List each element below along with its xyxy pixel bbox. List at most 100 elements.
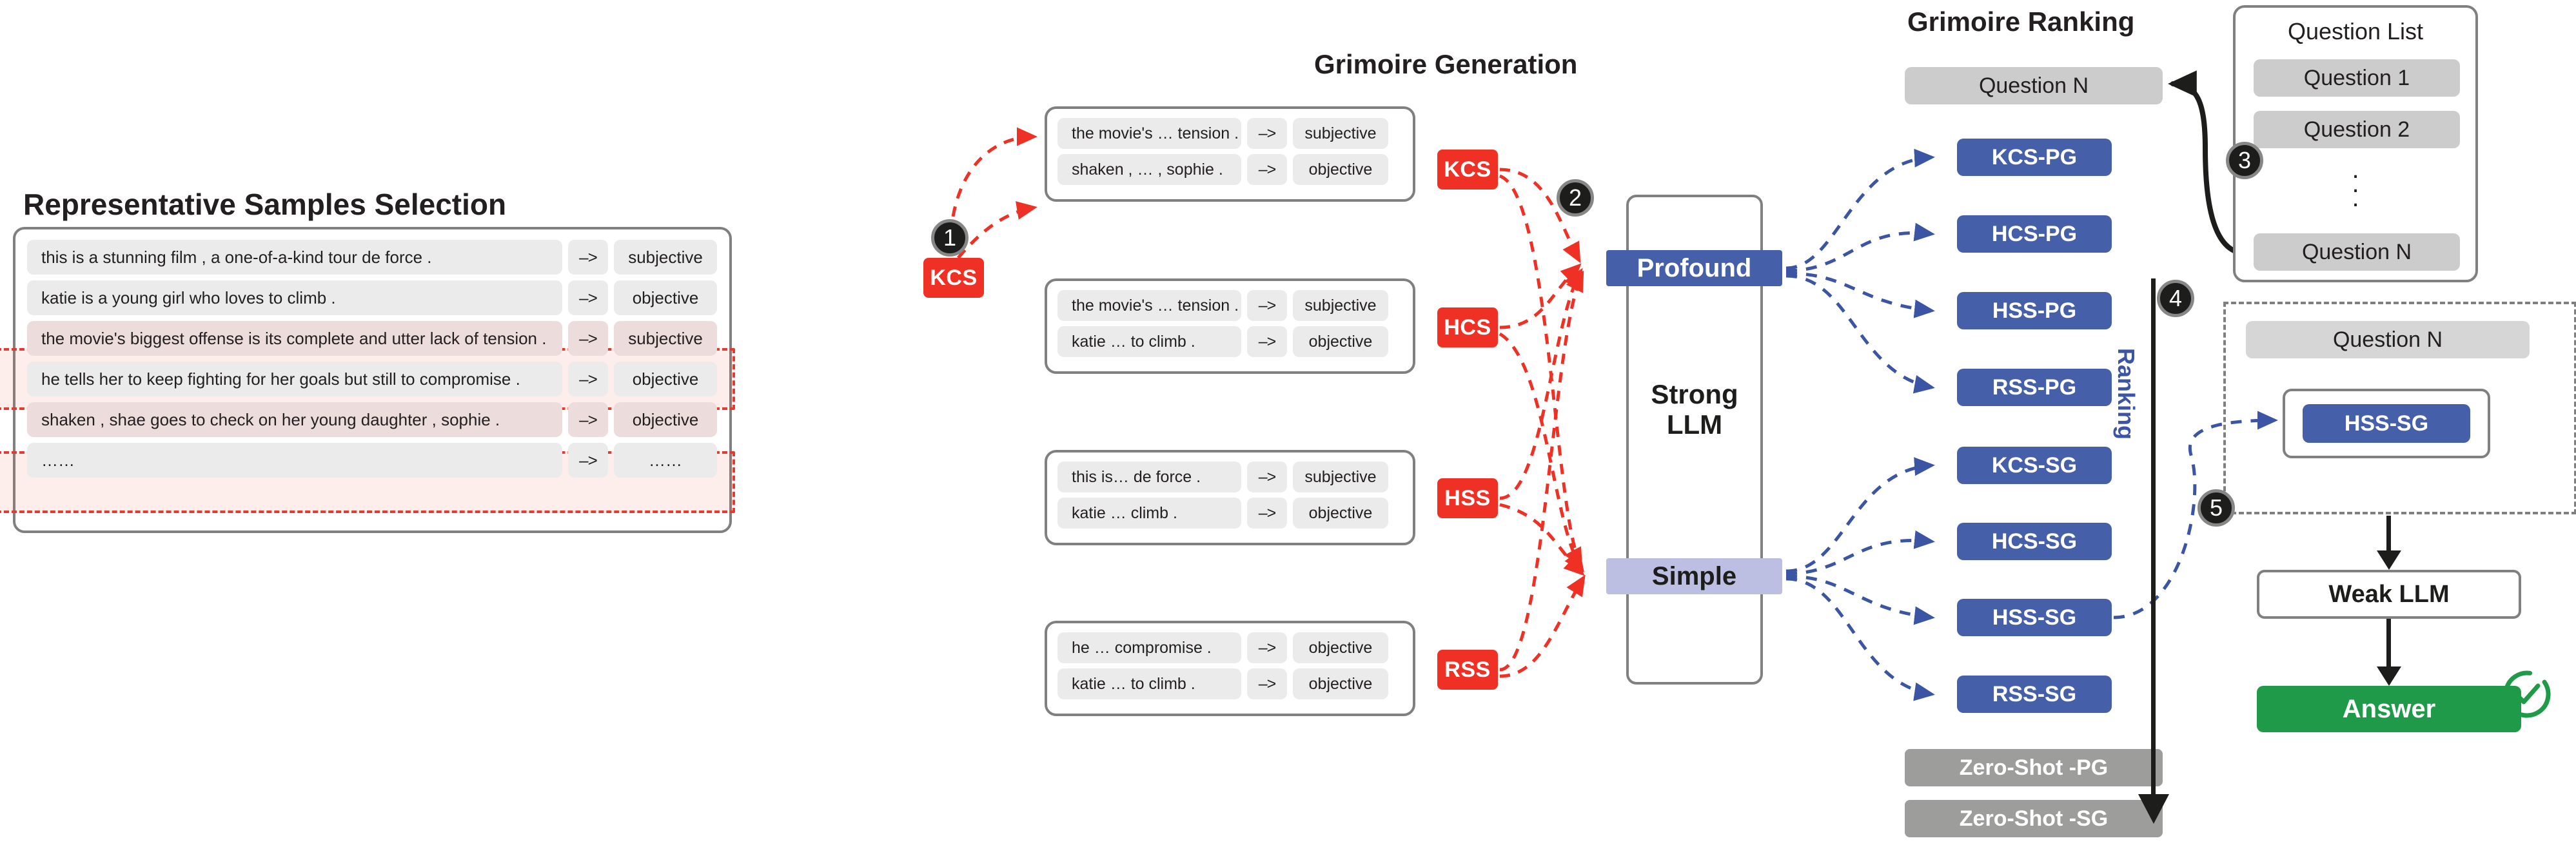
sample-label: subjective bbox=[1293, 462, 1388, 492]
sample-label: objective bbox=[614, 280, 717, 315]
table-row: katie … climb . –> objective bbox=[1057, 498, 1402, 529]
sample-sentence: katie is a young girl who loves to climb… bbox=[27, 280, 562, 315]
ranking-item-rss-pg[interactable]: RSS-PG bbox=[1957, 369, 2112, 406]
table-row: the movie's … tension . –> subjective bbox=[1057, 290, 1402, 321]
simple-mode-box[interactable]: Simple bbox=[1606, 558, 1782, 594]
question-list-panel: Question List Question 1 Question 2 ... … bbox=[2233, 5, 2478, 282]
arrow-glyph: –> bbox=[1247, 118, 1287, 149]
ranking-item-hcs-sg[interactable]: HCS-SG bbox=[1957, 523, 2112, 560]
grimoire-sample-box-hcs: the movie's … tension . –> subjective ka… bbox=[1045, 278, 1415, 374]
sample-sentence: shaken , shae goes to check on her young… bbox=[27, 402, 562, 437]
page-title-generation: Grimoire Generation bbox=[1314, 49, 1578, 79]
ranking-item-kcs-sg[interactable]: KCS-SG bbox=[1957, 447, 2112, 484]
arrow-glyph: –> bbox=[1247, 462, 1287, 492]
inference-question-chip: Question N bbox=[2246, 321, 2530, 358]
arrow-glyph: –> bbox=[568, 402, 608, 437]
selected-grimoire-wrapper: HSS-SG bbox=[2283, 389, 2490, 458]
arrow-to-answer-line bbox=[2386, 619, 2391, 668]
sample-sentence: he tells her to keep fighting for her go… bbox=[27, 362, 562, 396]
arrow-glyph: –> bbox=[1247, 326, 1287, 357]
arrow-glyph: –> bbox=[1247, 668, 1287, 699]
question-list-item-2[interactable]: Question 2 bbox=[2254, 111, 2460, 148]
ranking-item-kcs-pg[interactable]: KCS-PG bbox=[1957, 139, 2112, 176]
sample-label: subjective bbox=[1293, 290, 1388, 321]
step-marker-4: 4 bbox=[2157, 280, 2194, 317]
ranking-item-hss-pg[interactable]: HSS-PG bbox=[1957, 292, 2112, 329]
ranking-item-hcs-pg[interactable]: HCS-PG bbox=[1957, 215, 2112, 253]
strong-llm-label-line1: Strong bbox=[1651, 379, 1738, 409]
badge-kcs-selection: KCS bbox=[923, 258, 984, 298]
table-row: he tells her to keep fighting for her go… bbox=[27, 362, 718, 396]
arrow-glyph: –> bbox=[568, 362, 608, 396]
table-row: katie is a young girl who loves to climb… bbox=[27, 280, 718, 315]
sample-label: objective bbox=[614, 402, 717, 437]
strong-llm-label-line2: LLM bbox=[1666, 409, 1723, 440]
sample-label: subjective bbox=[614, 321, 717, 356]
sample-sentence: katie … to climb . bbox=[1057, 668, 1241, 699]
sample-label: objective bbox=[1293, 632, 1388, 663]
ranking-item-rss-sg[interactable]: RSS-SG bbox=[1957, 676, 2112, 713]
arrow-glyph: –> bbox=[568, 240, 608, 275]
sample-sentence: shaken , … , sophie . bbox=[1057, 154, 1241, 185]
ranking-axis-line bbox=[2151, 278, 2156, 801]
badge-hss: HSS bbox=[1437, 478, 1498, 518]
question-list-item-1[interactable]: Question 1 bbox=[2254, 59, 2460, 97]
sample-sentence: the movie's … tension . bbox=[1057, 290, 1241, 321]
sample-sentence: …… bbox=[27, 443, 562, 478]
arrow-to-weak-llm-head bbox=[2377, 550, 2401, 570]
sample-label: subjective bbox=[1293, 118, 1388, 149]
sample-label: objective bbox=[1293, 154, 1388, 185]
table-row-highlighted: shaken , shae goes to check on her young… bbox=[27, 402, 718, 437]
arrow-glyph: –> bbox=[1247, 154, 1287, 185]
step-marker-1: 1 bbox=[931, 219, 968, 257]
page-title-ranking: Grimoire Ranking bbox=[1907, 6, 2135, 37]
selected-grimoire-box[interactable]: HSS-SG bbox=[2303, 404, 2470, 443]
step-marker-5: 5 bbox=[2197, 489, 2235, 527]
sample-label: objective bbox=[1293, 326, 1388, 357]
sample-label: objective bbox=[1293, 498, 1388, 529]
table-row: …… –> …… bbox=[27, 443, 718, 478]
table-row: katie … to climb . –> objective bbox=[1057, 668, 1402, 699]
grimoire-sample-box-rss: he … compromise . –> objective katie … t… bbox=[1045, 621, 1415, 716]
sample-sentence: the movie's … tension . bbox=[1057, 118, 1241, 149]
sample-sentence: katie … to climb . bbox=[1057, 326, 1241, 357]
weak-llm-box: Weak LLM bbox=[2257, 570, 2521, 619]
sample-label: …… bbox=[614, 443, 717, 478]
profound-mode-box[interactable]: Profound bbox=[1606, 250, 1782, 286]
arrow-glyph: –> bbox=[568, 280, 608, 315]
ranking-axis-label: Ranking bbox=[2113, 348, 2139, 440]
ranking-item-zero-shot-sg[interactable]: Zero-Shot -SG bbox=[1905, 800, 2163, 837]
ranking-item-hss-sg[interactable]: HSS-SG bbox=[1957, 599, 2112, 636]
ranking-item-zero-shot-pg[interactable]: Zero-Shot -PG bbox=[1905, 749, 2163, 786]
ranking-axis-arrowhead bbox=[2138, 794, 2169, 824]
question-list-item-n[interactable]: Question N bbox=[2254, 233, 2460, 271]
question-list-title: Question List bbox=[2287, 18, 2424, 44]
arrow-glyph: –> bbox=[1247, 290, 1287, 321]
page-title-samples: Representative Samples Selection bbox=[23, 188, 507, 221]
badge-hcs: HCS bbox=[1437, 307, 1498, 347]
grimoire-sample-box-hss: this is… de force . –> subjective katie … bbox=[1045, 450, 1415, 545]
badge-rss: RSS bbox=[1437, 650, 1498, 690]
table-row-highlighted: the movie's biggest offense is its compl… bbox=[27, 321, 718, 356]
sample-sentence: this is a stunning film , a one-of-a-kin… bbox=[27, 240, 562, 275]
sample-sentence: the movie's biggest offense is its compl… bbox=[27, 321, 562, 356]
answer-box: Answer bbox=[2257, 686, 2521, 732]
sample-label: subjective bbox=[614, 240, 717, 275]
sample-label: objective bbox=[614, 362, 717, 396]
table-row: shaken , … , sophie . –> objective bbox=[1057, 154, 1402, 185]
grimoire-sample-box-kcs: the movie's … tension . –> subjective sh… bbox=[1045, 106, 1415, 202]
step-marker-3: 3 bbox=[2226, 142, 2263, 179]
table-row: the movie's … tension . –> subjective bbox=[1057, 118, 1402, 149]
badge-kcs: KCS bbox=[1437, 150, 1498, 190]
ranking-question-chip: Question N bbox=[1905, 67, 2163, 104]
step-marker-2: 2 bbox=[1557, 179, 1594, 217]
table-row: katie … to climb . –> objective bbox=[1057, 326, 1402, 357]
table-row: this is a stunning film , a one-of-a-kin… bbox=[27, 240, 718, 275]
check-circle-icon bbox=[2501, 668, 2553, 721]
table-row: he … compromise . –> objective bbox=[1057, 632, 1402, 663]
sample-label: objective bbox=[1293, 668, 1388, 699]
arrow-glyph: –> bbox=[1247, 498, 1287, 529]
arrow-to-answer-head bbox=[2377, 666, 2401, 686]
arrow-glyph: –> bbox=[1247, 632, 1287, 663]
sample-sentence: katie … climb . bbox=[1057, 498, 1241, 529]
